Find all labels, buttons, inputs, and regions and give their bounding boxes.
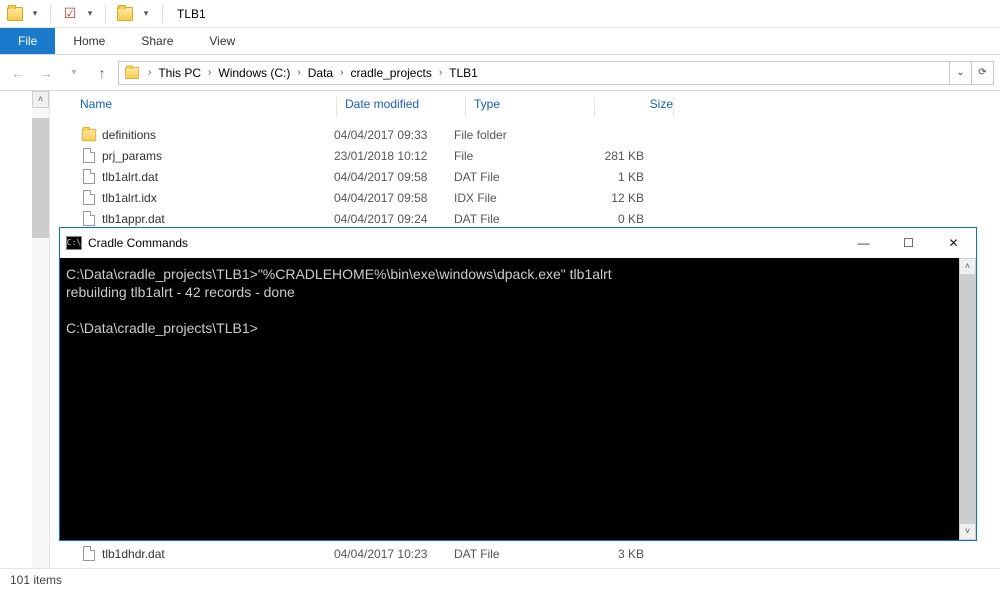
qat-customize-icon[interactable]: ▾ [140,5,152,23]
breadcrumb-item[interactable]: Data [304,62,337,84]
cell-type: DAT File [454,170,574,184]
table-row[interactable]: prj_params 23/01/2018 10:12 File 281 KB [50,145,1000,166]
cmd-icon: C:\ [66,236,82,250]
qat-dropdown-icon[interactable]: ▾ [30,5,40,23]
tab-home[interactable]: Home [55,28,123,54]
quick-access-toolbar: ▾ ☑ ▾ ▾ TLB1 [0,5,212,23]
cell-size: 3 KB [574,547,644,561]
cell-date: 04/04/2017 10:23 [334,547,454,561]
cell-name: definitions [102,128,334,142]
nav-sidebar[interactable]: ˄ [0,91,50,568]
folder-icon [80,127,98,143]
chevron-right-icon[interactable]: › [337,67,346,78]
cell-type: File [454,149,574,163]
refresh-icon[interactable]: ⟳ [971,62,993,84]
chevron-right-icon[interactable]: › [145,67,154,78]
ribbon: File Home Share View [0,28,1000,55]
table-row[interactable]: tlb1alrt.idx 04/04/2017 09:58 IDX File 1… [50,187,1000,208]
forward-button[interactable]: → [34,61,58,85]
cell-name: prj_params [102,149,334,163]
qat-dropdown-icon[interactable]: ▾ [85,5,95,23]
tab-file[interactable]: File [0,28,55,54]
scrollbar-thumb[interactable] [959,275,976,523]
minimize-button[interactable]: — [841,228,886,258]
table-row[interactable]: tlb1dhdr.dat 04/04/2017 10:23 DAT File 3… [50,543,1000,564]
cell-type: IDX File [454,191,574,205]
cell-date: 23/01/2018 10:12 [334,149,454,163]
new-folder-icon[interactable] [116,5,134,23]
back-button[interactable]: ← [6,61,30,85]
close-button[interactable]: ✕ [931,228,976,258]
scrollbar-thumb[interactable] [32,118,49,238]
scroll-up-icon[interactable]: ˄ [32,91,49,108]
chevron-right-icon[interactable]: › [294,67,303,78]
status-bar: 101 items [0,568,1000,592]
cell-date: 04/04/2017 09:33 [334,128,454,142]
scroll-up-icon[interactable]: ˄ [959,258,976,275]
cell-name: tlb1appr.dat [102,212,334,226]
cell-date: 04/04/2017 09:58 [334,170,454,184]
cell-date: 04/04/2017 09:58 [334,191,454,205]
col-size[interactable]: Size [603,97,673,117]
breadcrumb-item[interactable]: This PC [154,62,205,84]
breadcrumb-item[interactable]: cradle_projects [346,62,435,84]
maximize-button[interactable]: ☐ [886,228,931,258]
tab-view[interactable]: View [191,28,253,54]
cell-size: 1 KB [574,170,644,184]
cell-type: DAT File [454,212,574,226]
chevron-right-icon[interactable]: › [436,67,445,78]
cell-size: 0 KB [574,212,644,226]
file-icon [80,211,98,227]
navbar: ← → ▾ ↑ › This PC › Windows (C:) › Data … [0,55,1000,91]
table-row[interactable]: tlb1alrt.dat 04/04/2017 09:58 DAT File 1… [50,166,1000,187]
cell-name: tlb1alrt.idx [102,191,334,205]
sidebar-scrollbar[interactable]: ˄ [32,91,49,568]
window-title: TLB1 [177,7,206,21]
breadcrumb[interactable]: › This PC › Windows (C:) › Data › cradle… [118,61,994,85]
breadcrumb-dropdown-icon[interactable]: ⌄ [949,62,971,84]
cell-date: 04/04/2017 09:24 [334,212,454,226]
table-row[interactable]: tlb1appr.dat 04/04/2017 09:24 DAT File 0… [50,208,1000,229]
recent-dropdown-icon[interactable]: ▾ [62,61,86,85]
cmd-scrollbar[interactable]: ˄ ˅ [959,258,976,540]
col-name[interactable]: Name [80,97,336,117]
file-icon [80,148,98,164]
cmd-title: Cradle Commands [88,236,188,250]
cell-type: DAT File [454,547,574,561]
cmd-titlebar[interactable]: C:\ Cradle Commands — ☐ ✕ [60,228,976,258]
breadcrumb-item[interactable]: Windows (C:) [214,62,294,84]
file-icon [80,169,98,185]
titlebar: ▾ ☑ ▾ ▾ TLB1 [0,0,1000,28]
breadcrumb-item[interactable]: TLB1 [445,62,482,84]
command-prompt-window[interactable]: C:\ Cradle Commands — ☐ ✕ C:\Data\cradle… [59,227,977,541]
cell-size: 12 KB [574,191,644,205]
properties-icon[interactable]: ☑ [61,5,79,23]
breadcrumb-folder-icon[interactable] [123,65,141,81]
col-date[interactable]: Date modified [345,97,465,117]
cell-size: 281 KB [574,149,644,163]
cell-name: tlb1alrt.dat [102,170,334,184]
folder-icon[interactable] [6,5,24,23]
cell-type: File folder [454,128,574,142]
scroll-down-icon[interactable]: ˅ [959,523,976,540]
tab-share[interactable]: Share [123,28,191,54]
column-headers[interactable]: Name Date modified Type Size [50,91,1000,124]
cell-name: tlb1dhdr.dat [102,547,334,561]
up-button[interactable]: ↑ [90,61,114,85]
col-type[interactable]: Type [474,97,594,117]
file-icon [80,546,98,562]
table-row[interactable]: definitions 04/04/2017 09:33 File folder [50,124,1000,145]
item-count: 101 items [10,573,62,587]
cmd-output[interactable]: C:\Data\cradle_projects\TLB1>"%CRADLEHOM… [60,258,959,540]
file-icon [80,190,98,206]
chevron-right-icon[interactable]: › [205,67,214,78]
